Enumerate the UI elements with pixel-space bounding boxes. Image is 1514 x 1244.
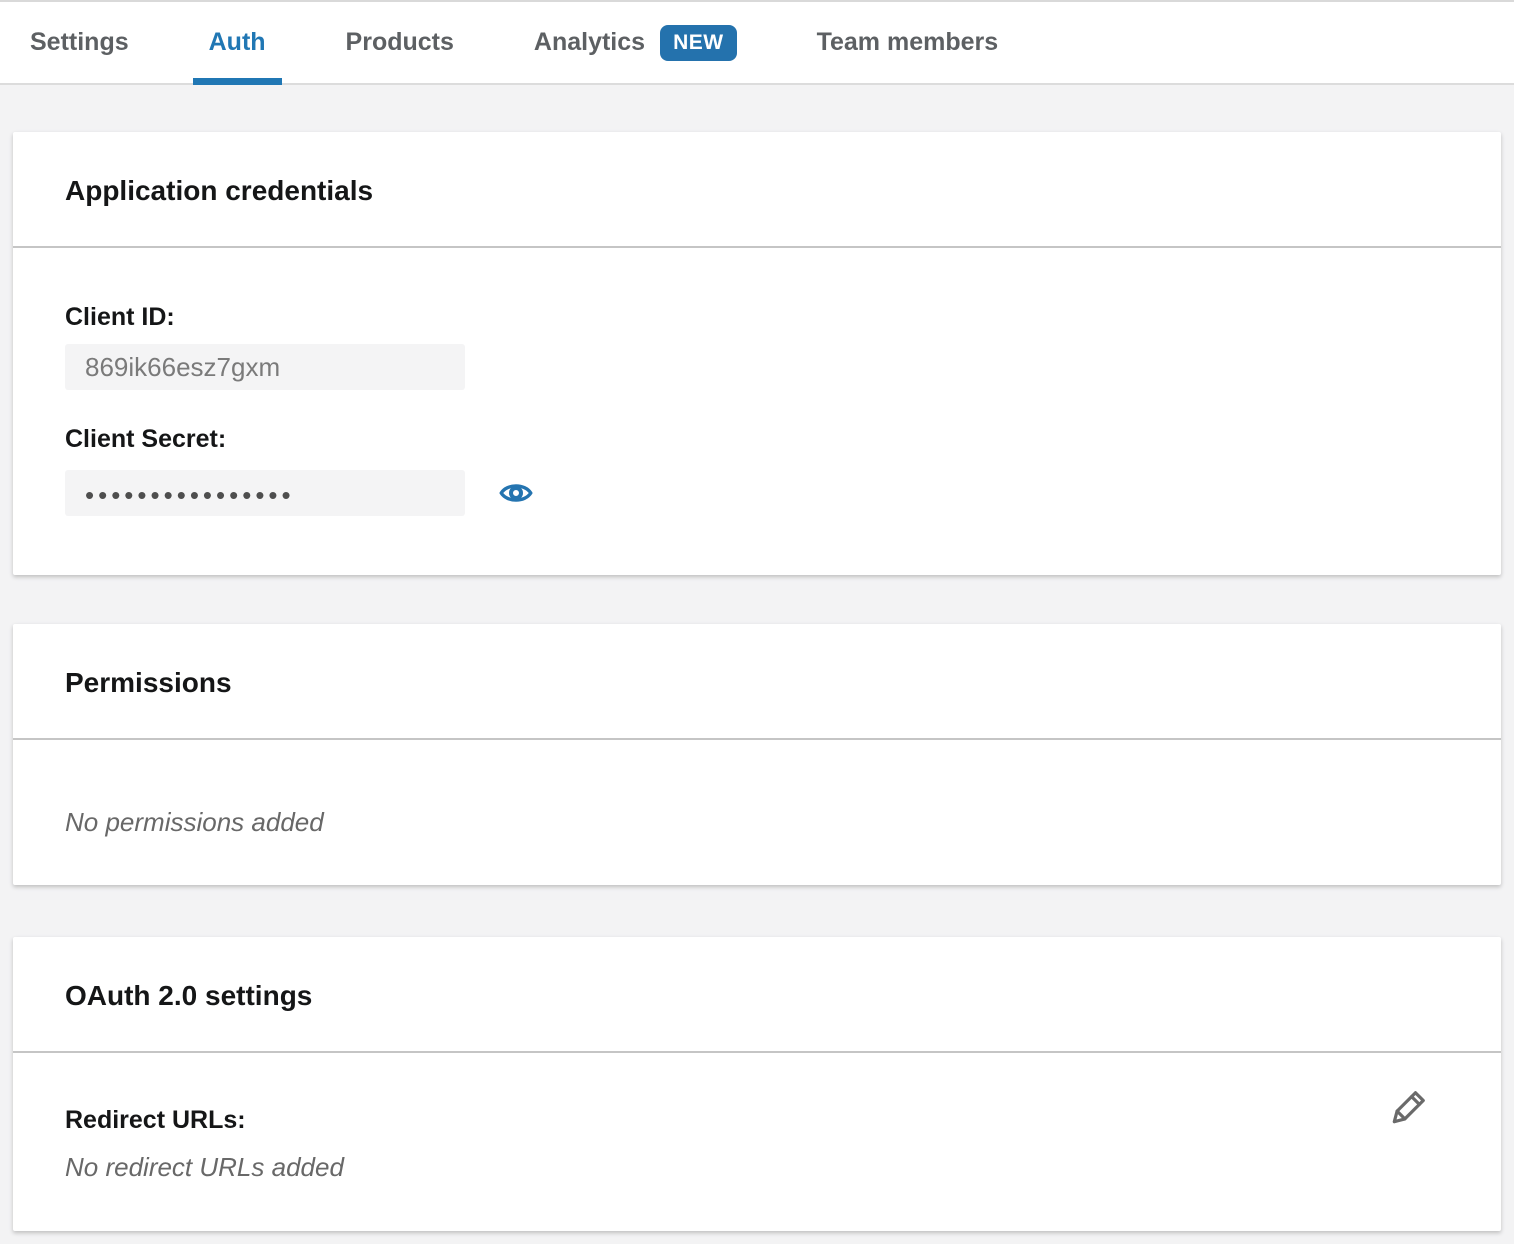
tab-analytics[interactable]: Analytics NEW bbox=[518, 2, 753, 83]
application-credentials-body: Client ID: 869ik66esz7gxm Client Secret:… bbox=[13, 248, 1501, 575]
application-credentials-header: Application credentials bbox=[13, 132, 1501, 248]
client-id-text: 869ik66esz7gxm bbox=[85, 352, 280, 383]
new-badge: NEW bbox=[660, 25, 737, 61]
tab-products[interactable]: Products bbox=[330, 2, 470, 83]
oauth-settings-card: OAuth 2.0 settings Redirect URLs: No red… bbox=[13, 937, 1501, 1231]
application-credentials-title: Application credentials bbox=[65, 175, 1449, 207]
auth-tab-content: Application credentials Client ID: 869ik… bbox=[0, 132, 1514, 1231]
edit-redirect-urls-button[interactable] bbox=[1383, 1085, 1431, 1136]
permissions-card: Permissions No permissions added bbox=[13, 624, 1501, 885]
tab-settings-label: Settings bbox=[30, 28, 129, 57]
tab-team-members[interactable]: Team members bbox=[801, 2, 1015, 83]
client-secret-value[interactable]: •••••••••••••••• bbox=[65, 470, 465, 516]
redirect-urls-empty-text: No redirect URLs added bbox=[65, 1151, 1449, 1183]
redirect-urls-label: Redirect URLs: bbox=[65, 1105, 1449, 1135]
oauth-settings-header: OAuth 2.0 settings bbox=[13, 937, 1501, 1053]
active-tab-underline bbox=[193, 78, 282, 85]
client-secret-label: Client Secret: bbox=[65, 424, 1449, 454]
eye-icon bbox=[499, 479, 533, 507]
permissions-header: Permissions bbox=[13, 624, 1501, 740]
permissions-title: Permissions bbox=[65, 667, 1449, 699]
client-secret-row: •••••••••••••••• bbox=[65, 454, 1449, 516]
tab-team-members-label: Team members bbox=[817, 28, 999, 57]
oauth-settings-title: OAuth 2.0 settings bbox=[65, 980, 1449, 1012]
tab-bar: Settings Auth Products Analytics NEW Tea… bbox=[0, 0, 1514, 85]
tab-products-label: Products bbox=[346, 28, 454, 57]
tab-auth-label: Auth bbox=[209, 28, 266, 57]
client-id-value[interactable]: 869ik66esz7gxm bbox=[65, 344, 465, 390]
application-credentials-card: Application credentials Client ID: 869ik… bbox=[13, 132, 1501, 575]
tab-settings[interactable]: Settings bbox=[14, 2, 145, 83]
client-secret-masked-text: •••••••••••••••• bbox=[85, 478, 295, 508]
tab-auth[interactable]: Auth bbox=[193, 2, 282, 83]
reveal-secret-button[interactable] bbox=[499, 479, 533, 507]
client-id-label: Client ID: bbox=[65, 302, 1449, 332]
tab-analytics-label: Analytics bbox=[534, 28, 645, 57]
oauth-settings-body: Redirect URLs: No redirect URLs added bbox=[13, 1053, 1501, 1231]
permissions-empty-text: No permissions added bbox=[65, 806, 1449, 838]
permissions-body: No permissions added bbox=[13, 740, 1501, 885]
pencil-icon bbox=[1383, 1085, 1431, 1133]
